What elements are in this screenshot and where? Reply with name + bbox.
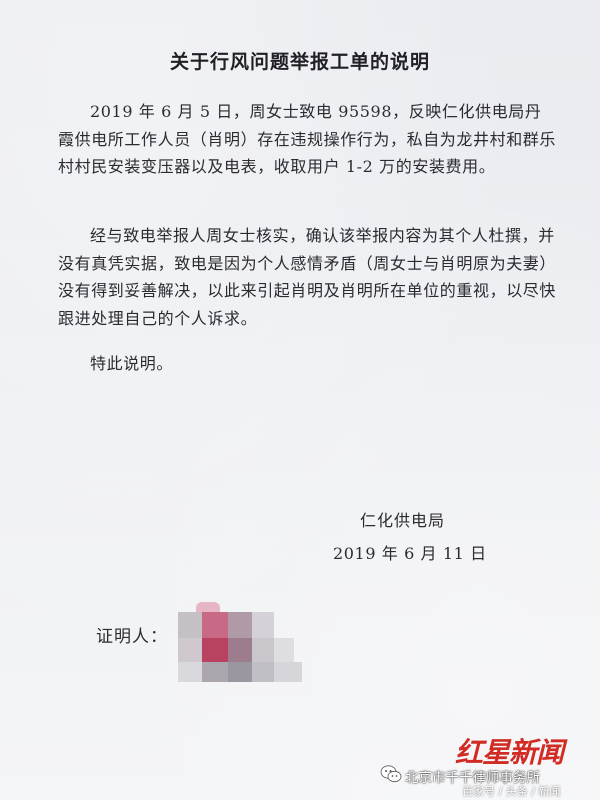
paragraph-closing: 特此说明。 bbox=[90, 354, 174, 373]
watermark-source-text: 百家号 / 头条 / 新闻 bbox=[462, 785, 561, 798]
wechat-icon bbox=[380, 765, 402, 783]
paragraph-report: 2019 年 6 月 5 日，周女士致电 95598，反映仁化供电局丹霞供电所工… bbox=[58, 102, 557, 176]
signature-date: 2019 年 6 月 11 日 bbox=[333, 544, 487, 563]
paragraph-verification: 经与致电举报人周女士核实，确认该举报内容为其个人杜撰，并没有真凭实据，致电是因为… bbox=[58, 226, 557, 328]
watermark-logo: 红星新闻 bbox=[455, 736, 564, 769]
document-title: 关于行风问题举报工单的说明 bbox=[169, 51, 430, 73]
redacted-signature-mosaic bbox=[178, 598, 328, 684]
witness-label: 证明人： bbox=[96, 627, 168, 647]
signature-organization: 仁化供电局 bbox=[360, 511, 446, 530]
document-paper: 关于行风问题举报工单的说明 2019 年 6 月 5 日，周女士致电 95598… bbox=[0, 0, 600, 800]
